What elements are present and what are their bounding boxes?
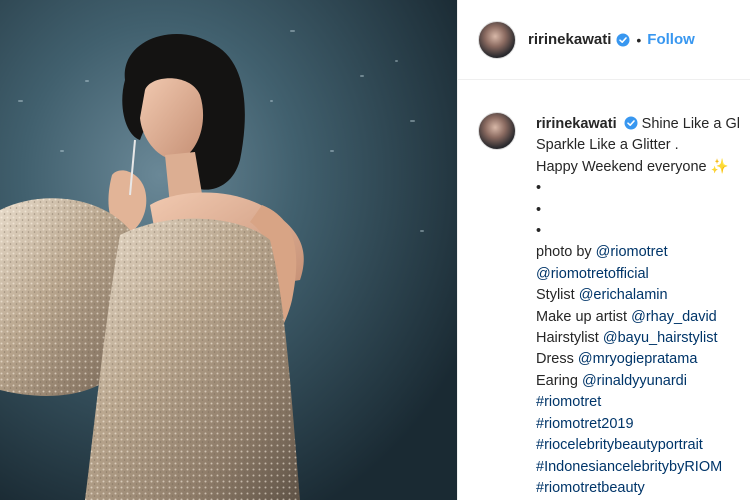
header-username[interactable]: ririnekawati — [528, 31, 611, 48]
verified-badge-icon — [616, 33, 630, 46]
mention-link[interactable]: @riomotret — [596, 244, 668, 260]
mention-link[interactable]: @erichalamin — [579, 287, 668, 303]
caption-avatar[interactable] — [478, 112, 516, 150]
credit-stylist: Stylist @erichalamin — [536, 285, 750, 306]
caption-username[interactable]: ririnekawati — [536, 116, 617, 132]
mention-link[interactable]: @rhay_david — [631, 309, 717, 325]
credit-label: Dress — [536, 351, 578, 368]
credit-official: @riomotretofficial — [536, 264, 750, 285]
mention-link[interactable]: @riomotretofficial — [536, 266, 649, 282]
caption-line-3: Happy Weekend everyone ✨ — [536, 157, 750, 178]
credit-label: photo by — [536, 244, 596, 261]
caption-line-1: ririnekawati Shine Like a Gl — [536, 114, 750, 135]
caption-text: ririnekawati Shine Like a Gl Sparkle Lik… — [536, 114, 750, 499]
hashtag-link[interactable]: #riomotretbeauty — [536, 478, 750, 499]
credit-label: Hairstylist — [536, 330, 603, 347]
credit-photo: photo by @riomotret — [536, 242, 750, 263]
credit-label: Earing — [536, 372, 582, 389]
header-separator: • — [636, 31, 642, 48]
mention-link[interactable]: @rinaldyyunardi — [582, 373, 687, 389]
sparkles-emoji: ✨ — [710, 158, 729, 175]
hashtag-link[interactable]: #IndonesiancelebritybyRIOM — [536, 457, 750, 478]
post-header: ririnekawati • Follow — [458, 0, 750, 80]
hashtag-link[interactable]: #riocelebritybeautyportrait — [536, 435, 750, 456]
verified-badge-icon — [624, 116, 638, 130]
follow-button[interactable]: Follow — [647, 31, 695, 48]
mention-link[interactable]: @mryogiepratama — [578, 351, 697, 367]
credit-label: Make up artist — [536, 308, 632, 325]
header-avatar[interactable] — [478, 20, 516, 59]
hashtag-link[interactable]: #riomotret — [536, 392, 750, 413]
credit-earing: Earing @rinaldyyunardi — [536, 371, 750, 392]
bullet-line: • — [536, 223, 542, 240]
bullet-line: • — [536, 180, 542, 197]
credit-makeup: Make up artist @rhay_david — [536, 307, 750, 328]
post-side-panel: ririnekawati • Follow ririnekawati Shine… — [458, 0, 750, 500]
credit-hairstylist: Hairstylist @bayu_hairstylist — [536, 328, 750, 349]
caption-line-1-text: Shine Like a Gl — [641, 116, 740, 132]
credit-dress: Dress @mryogiepratama — [536, 349, 750, 370]
hashtag-link[interactable]: #riomotret2019 — [536, 414, 750, 435]
portrait-image — [0, 0, 457, 500]
caption-line-2: Sparkle Like a Glitter . — [536, 137, 679, 154]
mention-link[interactable]: @bayu_hairstylist — [603, 330, 718, 346]
bullet-line: • — [536, 201, 542, 218]
credit-label: Stylist — [536, 287, 579, 304]
caption-line-3-text: Happy Weekend everyone — [536, 158, 707, 175]
post-photo[interactable] — [0, 0, 457, 500]
